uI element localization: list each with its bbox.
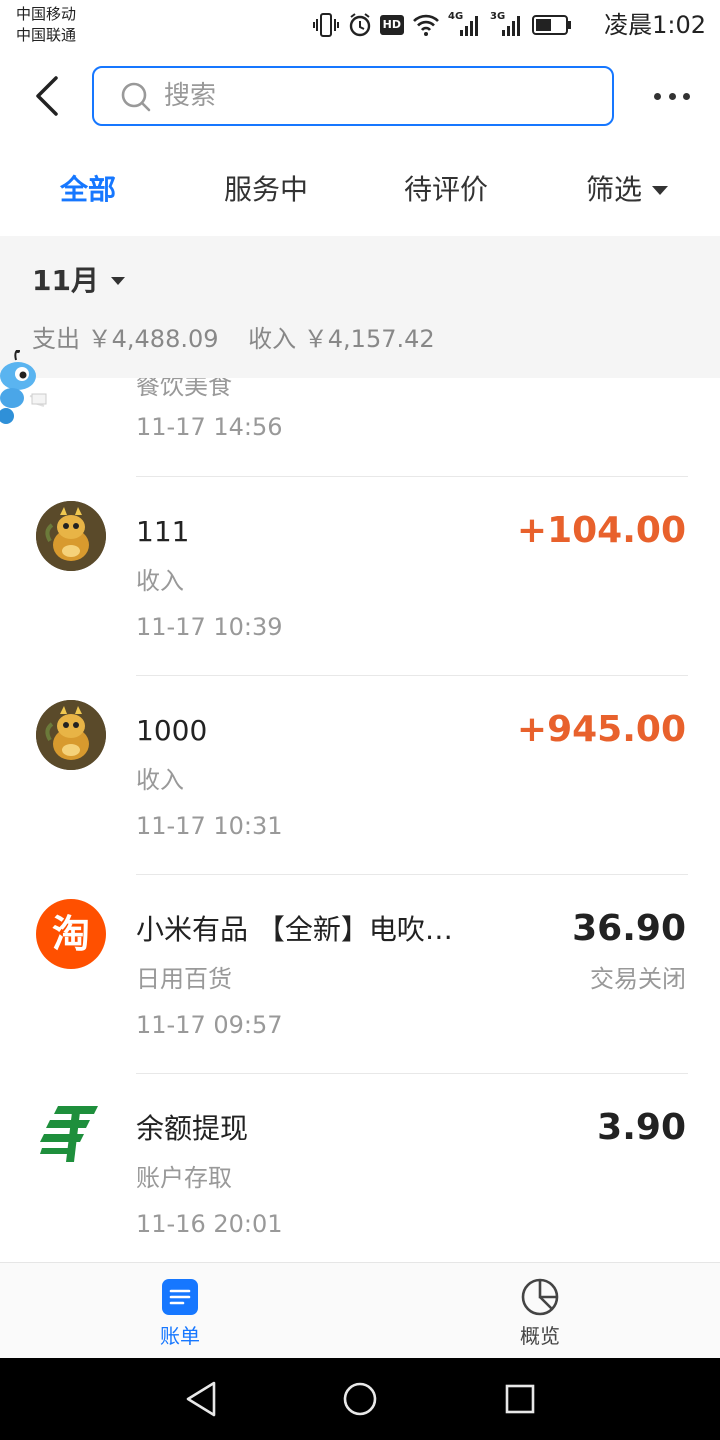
ant-mascot-icon[interactable] <box>0 349 52 426</box>
record-title: 1000 <box>136 714 208 747</box>
expense-total: 支出 ￥4,488.09 <box>32 325 219 353</box>
record-amount: +945.00 <box>516 709 686 750</box>
record-title: 余额提现 <box>136 1112 249 1145</box>
search-input[interactable] <box>164 76 584 116</box>
bill-icon <box>162 1279 198 1315</box>
tab-to-review[interactable]: 待评价 <box>404 172 488 208</box>
search-icon <box>121 82 151 112</box>
bottom-nav: 账单 概览 <box>0 1262 720 1358</box>
signal-3g-icon: 3G <box>490 12 524 38</box>
record-amount: 36.90 <box>572 908 686 949</box>
bill-list: 餐饮美食 11-17 14:56 111 收入 11-17 10:39 +104… <box>0 378 720 1262</box>
nav-overview-label: 概览 <box>520 1324 560 1348</box>
dragon-avatar-icon <box>36 501 106 571</box>
list-item[interactable]: 淘 小米有品 【全新】电吹… 日用百货 11-17 09:57 36.90 交易… <box>0 875 720 1074</box>
month-totals: 支出 ￥4,488.09 收入 ￥4,157.42 <box>32 324 457 354</box>
more-dot-icon <box>683 92 690 100</box>
postal-bank-icon <box>36 1098 106 1168</box>
record-time: 11-17 09:57 <box>136 1011 283 1039</box>
record-time: 11-17 10:31 <box>136 812 283 840</box>
list-item[interactable]: 餐饮美食 11-17 14:56 <box>0 378 720 477</box>
record-category: 收入 <box>136 567 184 595</box>
more-dot-icon <box>654 92 661 100</box>
month-label: 11月 <box>32 264 99 297</box>
month-picker[interactable]: 11月 <box>32 264 125 298</box>
more-dot-icon <box>668 92 676 100</box>
vibrate-icon <box>312 13 339 37</box>
record-category: 日用百货 <box>136 965 232 993</box>
list-item[interactable]: 余额提现 账户存取 11-16 20:01 3.90 <box>0 1074 720 1262</box>
record-time: 11-17 14:56 <box>136 413 283 441</box>
nav-bill-label: 账单 <box>160 1324 200 1348</box>
month-summary: 11月 支出 ￥4,488.09 收入 ￥4,157.42 <box>0 236 720 378</box>
dragon-avatar-icon <box>36 700 106 770</box>
filter-label: 筛选 <box>586 173 643 206</box>
alarm-icon <box>349 13 370 37</box>
record-title: 111 <box>136 515 190 548</box>
home-circle-icon[interactable] <box>342 1380 378 1418</box>
nav-overview[interactable]: 概览 <box>480 1277 600 1349</box>
status-icons: HD 4G 3G <box>312 10 572 40</box>
more-button[interactable] <box>654 84 690 108</box>
record-category: 收入 <box>136 766 184 794</box>
filter-tabs: 全部 服务中 待评价 筛选 <box>0 140 720 236</box>
list-item[interactable]: 111 收入 11-17 10:39 +104.00 <box>0 477 720 676</box>
record-category: 账户存取 <box>136 1164 232 1192</box>
record-status: 交易关闭 <box>590 965 686 993</box>
back-triangle-icon[interactable] <box>184 1380 218 1418</box>
recents-square-icon[interactable] <box>504 1380 536 1418</box>
back-button[interactable] <box>28 70 68 122</box>
battery-icon <box>532 15 571 35</box>
chevron-left-icon <box>36 76 58 116</box>
clock: 凌晨1:02 <box>604 11 706 39</box>
taobao-glyph: 淘 <box>51 912 90 956</box>
record-time: 11-17 10:39 <box>136 613 283 641</box>
caret-down-icon <box>652 185 669 195</box>
status-bar: 中国移动 中国联通 HD 4G 3G 凌晨1:02 <box>0 0 720 52</box>
search-box[interactable] <box>92 66 614 126</box>
income-total: 收入 ￥4,157.42 <box>248 325 435 353</box>
caret-down-icon <box>110 277 125 285</box>
tab-all[interactable]: 全部 <box>60 172 116 208</box>
record-title: 小米有品 【全新】电吹… <box>136 913 453 946</box>
record-time: 11-16 20:01 <box>136 1210 283 1238</box>
carrier-1: 中国移动 <box>16 5 77 23</box>
record-amount: +104.00 <box>516 510 686 551</box>
pie-chart-icon <box>521 1278 559 1316</box>
record-amount: 3.90 <box>597 1107 686 1148</box>
taobao-icon: 淘 <box>36 899 106 969</box>
nav-bill[interactable]: 账单 <box>120 1277 240 1349</box>
list-item[interactable]: 1000 收入 11-17 10:31 +945.00 <box>0 676 720 875</box>
system-nav-bar <box>0 1358 720 1440</box>
tab-in-service[interactable]: 服务中 <box>224 172 308 208</box>
signal-4g-icon: 4G <box>448 12 482 38</box>
filter-dropdown[interactable]: 筛选 <box>586 172 669 208</box>
carrier-2: 中国联通 <box>16 26 77 44</box>
hd-icon: HD <box>379 15 404 35</box>
header <box>0 52 720 140</box>
wifi-icon <box>413 14 439 36</box>
record-category: 餐饮美食 <box>136 378 232 400</box>
